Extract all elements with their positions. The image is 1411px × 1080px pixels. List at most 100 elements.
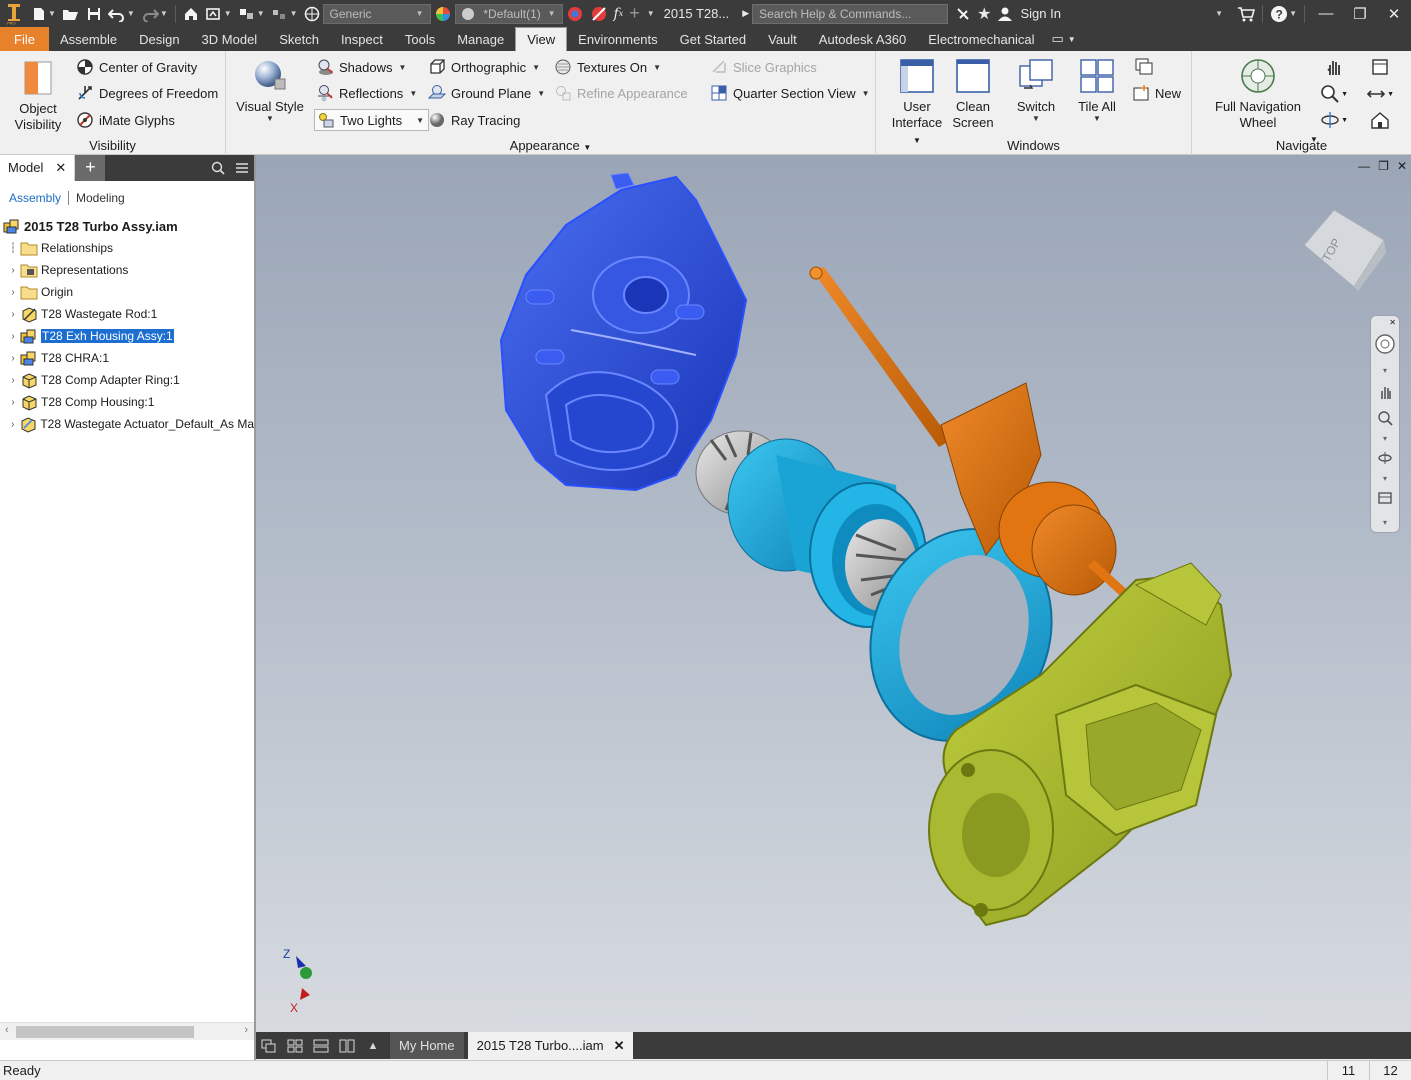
viewcube[interactable]: TOP: [1294, 205, 1390, 291]
user-interface-button[interactable]: User Interface ▼: [886, 57, 948, 149]
appearance-combo[interactable]: Generic ▼: [322, 3, 431, 24]
sign-in-dropdown-icon[interactable]: ▼: [1211, 0, 1226, 27]
look-at-icon[interactable]: [1371, 488, 1399, 508]
tree-node-exh-housing-assy[interactable]: › T28 Exh Housing Assy:1: [0, 325, 254, 347]
tab-3d-model[interactable]: 3D Model: [191, 27, 269, 51]
chevron-right-icon[interactable]: ▶: [739, 0, 752, 27]
search-help-input[interactable]: Search Help & Commands...: [752, 3, 949, 24]
home-view-icon[interactable]: [1366, 108, 1394, 132]
document-list-icon[interactable]: ▲: [360, 1032, 386, 1059]
chevron-down-icon[interactable]: ▾: [1371, 468, 1399, 488]
exhaust-housing-model[interactable]: [499, 172, 748, 492]
app-logo[interactable]: PRO: [0, 0, 28, 27]
lighting-select[interactable]: Two Lights ▼: [314, 109, 430, 131]
tab-tools[interactable]: Tools: [394, 27, 446, 51]
assembly-mode-link[interactable]: Assembly: [9, 191, 61, 205]
switch-button[interactable]: Switch ▼: [1012, 57, 1060, 123]
help-icon[interactable]: ? ▼: [1267, 0, 1300, 27]
tab-assemble[interactable]: Assemble: [49, 27, 128, 51]
tree-node-origin[interactable]: › Origin: [0, 281, 254, 303]
tree-node-comp-housing[interactable]: › T28 Comp Housing:1: [0, 391, 254, 413]
tree-node-comp-adapter-ring[interactable]: › T28 Comp Adapter Ring:1: [0, 369, 254, 391]
scroll-left-icon[interactable]: ‹: [5, 1024, 9, 1036]
expand-icon[interactable]: ›: [6, 397, 20, 408]
new-icon[interactable]: ▼: [28, 0, 59, 27]
measure-icon[interactable]: ▼: [268, 0, 301, 27]
close-icon[interactable]: ✕: [614, 1038, 625, 1054]
quarter-section-view-button[interactable]: Quarter Section View ▼: [710, 82, 870, 104]
tab-manage[interactable]: Manage: [446, 27, 515, 51]
tile-vertical-icon[interactable]: [334, 1032, 360, 1059]
modeling-mode-link[interactable]: Modeling: [76, 191, 125, 205]
look-at-icon[interactable]: [1366, 55, 1394, 79]
zoom-icon[interactable]: [1371, 408, 1399, 428]
open-icon[interactable]: [59, 0, 83, 27]
object-visibility-button[interactable]: Object Visibility: [8, 59, 68, 133]
tab-active-document[interactable]: 2015 T28 Turbo....iam ✕: [467, 1032, 634, 1059]
tree-node-relationships[interactable]: ┆ Relationships: [0, 237, 254, 259]
save-icon[interactable]: [83, 0, 105, 27]
expand-icon[interactable]: ›: [6, 331, 20, 342]
minimize-button[interactable]: —: [1309, 5, 1343, 22]
tree-node-chra[interactable]: › T28 CHRA:1: [0, 347, 254, 369]
browser-horizontal-scrollbar[interactable]: ‹ ›: [0, 1022, 254, 1040]
refine-appearance-button[interactable]: Refine Appearance: [554, 82, 688, 104]
tab-autodesk-a360[interactable]: Autodesk A360: [808, 27, 917, 51]
tree-node-representations[interactable]: › Representations: [0, 259, 254, 281]
zoom-icon[interactable]: ▼: [1320, 82, 1348, 106]
close-icon[interactable]: ✕: [1371, 316, 1399, 328]
tab-model[interactable]: Model ✕: [0, 154, 76, 181]
tab-electromechanical[interactable]: Electromechanical: [917, 27, 1045, 51]
view-face-icon[interactable]: ▼: [1366, 82, 1394, 106]
tab-get-started[interactable]: Get Started: [669, 27, 757, 51]
update-icon[interactable]: ▼: [202, 0, 235, 27]
clear-appearance-icon[interactable]: [587, 0, 611, 27]
tile-horizontal-icon[interactable]: [308, 1032, 334, 1059]
parameters-icon[interactable]: fx: [611, 0, 627, 27]
pan-icon[interactable]: [1371, 382, 1399, 402]
expand-icon[interactable]: ›: [6, 353, 20, 364]
restore-button[interactable]: ❐: [1343, 5, 1377, 23]
customize-icon[interactable]: ▼: [643, 0, 658, 27]
tab-inspect[interactable]: Inspect: [330, 27, 394, 51]
textures-on-button[interactable]: Textures On ▼: [554, 56, 661, 78]
orthographic-button[interactable]: Orthographic ▼: [428, 56, 540, 78]
panel-title-appearance[interactable]: Appearance ▼: [226, 138, 875, 153]
material-combo[interactable]: *Default(1) ▼: [454, 3, 563, 24]
visual-style-button[interactable]: Visual Style ▼: [234, 57, 306, 123]
home-icon[interactable]: [180, 0, 202, 27]
pan-hand-icon[interactable]: [1320, 55, 1348, 79]
center-of-gravity-button[interactable]: Center of Gravity: [76, 56, 197, 78]
chevron-down-icon[interactable]: ▾: [1371, 360, 1399, 380]
expand-icon[interactable]: ›: [6, 287, 20, 298]
search-binoculars-icon[interactable]: [952, 0, 974, 27]
new-window-button[interactable]: New: [1132, 82, 1181, 104]
shadows-button[interactable]: Shadows ▼: [316, 56, 406, 78]
sign-in-link[interactable]: Sign In: [1020, 6, 1060, 21]
expand-icon[interactable]: ›: [6, 419, 19, 430]
orbit-icon[interactable]: ▼: [1320, 108, 1348, 132]
scroll-right-icon[interactable]: ›: [244, 1024, 248, 1036]
ribbon-display-options[interactable]: ▭ ▼: [1045, 27, 1081, 51]
clean-screen-button[interactable]: Clean Screen: [950, 57, 996, 131]
adjust-appearance-icon[interactable]: [563, 0, 587, 27]
full-navigation-wheel-button[interactable]: Full Navigation Wheel: [1204, 57, 1312, 131]
tab-environments[interactable]: Environments: [567, 27, 668, 51]
chevron-down-icon[interactable]: ▾: [1371, 428, 1399, 448]
hamburger-menu-icon[interactable]: [230, 154, 254, 181]
redo-icon[interactable]: ▼: [138, 0, 171, 27]
expand-icon[interactable]: ›: [6, 265, 20, 276]
reflections-button[interactable]: Reflections ▼: [316, 82, 417, 104]
ray-tracing-button[interactable]: Ray Tracing: [428, 109, 520, 131]
tile-all-button[interactable]: Tile All ▼: [1072, 57, 1122, 123]
degrees-of-freedom-button[interactable]: Degrees of Freedom: [76, 82, 218, 104]
globe-icon[interactable]: [301, 0, 323, 27]
cascade-windows-icon[interactable]: [1130, 55, 1158, 79]
tab-design[interactable]: Design: [128, 27, 190, 51]
graphics-viewport[interactable]: — ❐ ✕ TOP ✕ ▾ ▾ ▾ ▾ Z X: [256, 155, 1411, 1032]
crosshair-icon[interactable]: +: [626, 0, 643, 27]
tree-root[interactable]: 2015 T28 Turbo Assy.iam: [0, 215, 254, 237]
expand-icon[interactable]: ›: [6, 375, 20, 386]
tab-vault[interactable]: Vault: [757, 27, 808, 51]
cascade-windows-icon[interactable]: [256, 1032, 282, 1059]
